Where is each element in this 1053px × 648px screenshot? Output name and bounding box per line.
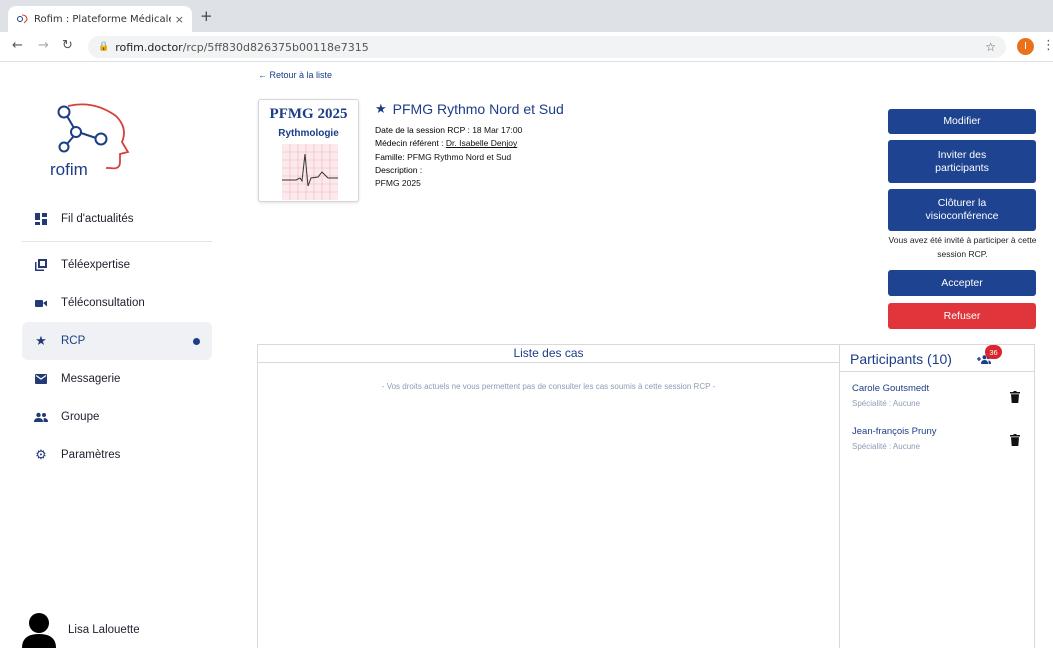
copy-icon xyxy=(34,258,48,272)
family-value: PFMG Rythmo Nord et Sud xyxy=(407,151,512,162)
session-title: ★ PFMG Rythmo Nord et Sud xyxy=(375,101,564,117)
back-to-list-link[interactable]: ← Retour à la liste xyxy=(258,70,332,80)
browser-tabbar: Rofim : Plateforme Médicale, T × + xyxy=(0,0,1053,32)
participant-item[interactable]: Carole Goutsmedt Spécialité : Aucune xyxy=(852,383,929,408)
star-icon: ★ xyxy=(375,101,387,116)
envelope-icon xyxy=(34,372,48,386)
tab-title: Rofim : Plateforme Médicale, T xyxy=(34,13,171,25)
participant-speciality: Spécialité : Aucune xyxy=(852,399,921,408)
browser-menu-icon[interactable]: ⋮ xyxy=(1042,38,1053,53)
forward-arrow-icon[interactable]: → xyxy=(38,38,49,53)
reload-icon[interactable]: ↻ xyxy=(62,38,73,53)
participants-header: Participants (10) 36 xyxy=(840,345,1034,372)
video-camera-icon xyxy=(34,296,48,310)
logo-text: rofim xyxy=(50,160,88,179)
sidebar-item-fil-actualites[interactable]: Fil d'actualités xyxy=(22,200,212,238)
session-meta: Date de la session RCP : 18 Mar 17:00 Mé… xyxy=(375,124,522,190)
session-thumbnail: PFMG 2025 Rythmologie xyxy=(258,99,359,202)
sidebar-item-groupe[interactable]: Groupe xyxy=(22,398,212,436)
refuse-button[interactable]: Refuser xyxy=(888,303,1036,329)
gear-icon: ⚙ xyxy=(35,447,47,462)
participants-panel: Participants (10) 36 Carole Goutsmedt Sp… xyxy=(840,344,1035,648)
ecg-image xyxy=(282,144,338,200)
doctor-label: Médecin référent : xyxy=(375,138,444,149)
lock-icon: 🔒 xyxy=(98,42,110,52)
user-name: Lisa Lalouette xyxy=(68,624,140,636)
new-tab-button[interactable]: + xyxy=(200,7,213,25)
url-path: /rcp/5ff830d826375b00118e7315 xyxy=(182,40,369,54)
description-value: PFMG 2025 xyxy=(375,178,421,189)
tab-close-icon[interactable]: × xyxy=(175,13,184,26)
url-host: rofim.doctor xyxy=(115,40,183,54)
invitation-message: Vous avez été invité à participer à cett… xyxy=(888,235,1037,259)
address-bar[interactable]: 🔒 rofim.doctor/rcp/5ff830d826375b00118e7… xyxy=(88,36,1006,58)
sidebar-item-label: Téléexpertise xyxy=(61,259,131,271)
sidebar-item-label: Groupe xyxy=(61,411,100,423)
doctor-link[interactable]: Dr. Isabelle Denjoy xyxy=(446,138,517,148)
browser-tab[interactable]: Rofim : Plateforme Médicale, T × xyxy=(8,6,192,32)
date-label: Date de la session RCP : xyxy=(375,125,470,135)
star-icon: ★ xyxy=(35,333,47,348)
participants-badge: 36 xyxy=(985,345,1002,359)
cases-title: Liste des cas xyxy=(258,345,839,363)
close-videoconference-button[interactable]: Clôturer la visioconférence xyxy=(888,189,1036,231)
browser-toolbar: ← → ↻ 🔒 rofim.doctor/rcp/5ff830d826375b0… xyxy=(0,32,1053,62)
cases-panel: Liste des cas - Vos droits actuels ne vo… xyxy=(257,344,840,648)
sidebar-item-parametres[interactable]: ⚙ Paramètres xyxy=(22,436,212,474)
sidebar-item-rcp[interactable]: ★ RCP xyxy=(22,322,212,360)
sidebar-item-label: Paramètres xyxy=(61,449,121,461)
accept-button[interactable]: Accepter xyxy=(888,270,1036,296)
trash-icon[interactable] xyxy=(1010,434,1020,446)
cases-permission-message: - Vos droits actuels ne vous permettent … xyxy=(381,382,716,391)
rofim-favicon-icon xyxy=(17,14,28,24)
sidebar-item-label: RCP xyxy=(61,335,86,347)
trash-icon[interactable] xyxy=(1010,391,1020,403)
sidebar-item-teleconsultation[interactable]: Téléconsultation xyxy=(22,284,212,322)
date-value: 18 Mar 17:00 xyxy=(472,125,523,135)
thumb-subtitle: Rythmologie xyxy=(278,128,339,139)
participant-speciality: Spécialité : Aucune xyxy=(852,442,921,451)
sidebar-item-label: Téléconsultation xyxy=(61,297,145,309)
notification-dot xyxy=(193,337,200,345)
bookmark-star-icon[interactable]: ☆ xyxy=(985,40,996,54)
description-label: Description : xyxy=(375,164,423,175)
participants-title: Participants (10) xyxy=(850,351,952,367)
family-label: Famille: xyxy=(375,151,405,162)
sidebar-item-teleexpertise[interactable]: Téléexpertise xyxy=(22,246,212,284)
group-icon xyxy=(34,410,48,424)
back-arrow-icon[interactable]: ← xyxy=(12,38,23,53)
participant-item[interactable]: Jean-françois Pruny Spécialité : Aucune xyxy=(852,426,936,451)
user-profile[interactable]: Lisa Lalouette xyxy=(22,612,140,648)
participant-name: Carole Goutsmedt xyxy=(852,383,930,394)
participant-name: Jean-françois Pruny xyxy=(852,426,937,437)
sidebar-item-label: Fil d'actualités xyxy=(61,213,134,225)
sidebar-divider xyxy=(22,241,212,242)
sidebar-item-messagerie[interactable]: Messagerie xyxy=(22,360,212,398)
session-title-text: PFMG Rythmo Nord et Sud xyxy=(392,101,564,117)
sidebar-item-label: Messagerie xyxy=(61,373,121,385)
dashboard-icon xyxy=(34,212,48,226)
thumb-title: PFMG 2025 xyxy=(269,106,348,122)
profile-avatar[interactable]: I xyxy=(1017,38,1034,55)
user-avatar-icon xyxy=(22,613,56,648)
modify-button[interactable]: Modifier xyxy=(888,109,1036,134)
invite-participants-button[interactable]: Inviter des participants xyxy=(888,140,1036,183)
